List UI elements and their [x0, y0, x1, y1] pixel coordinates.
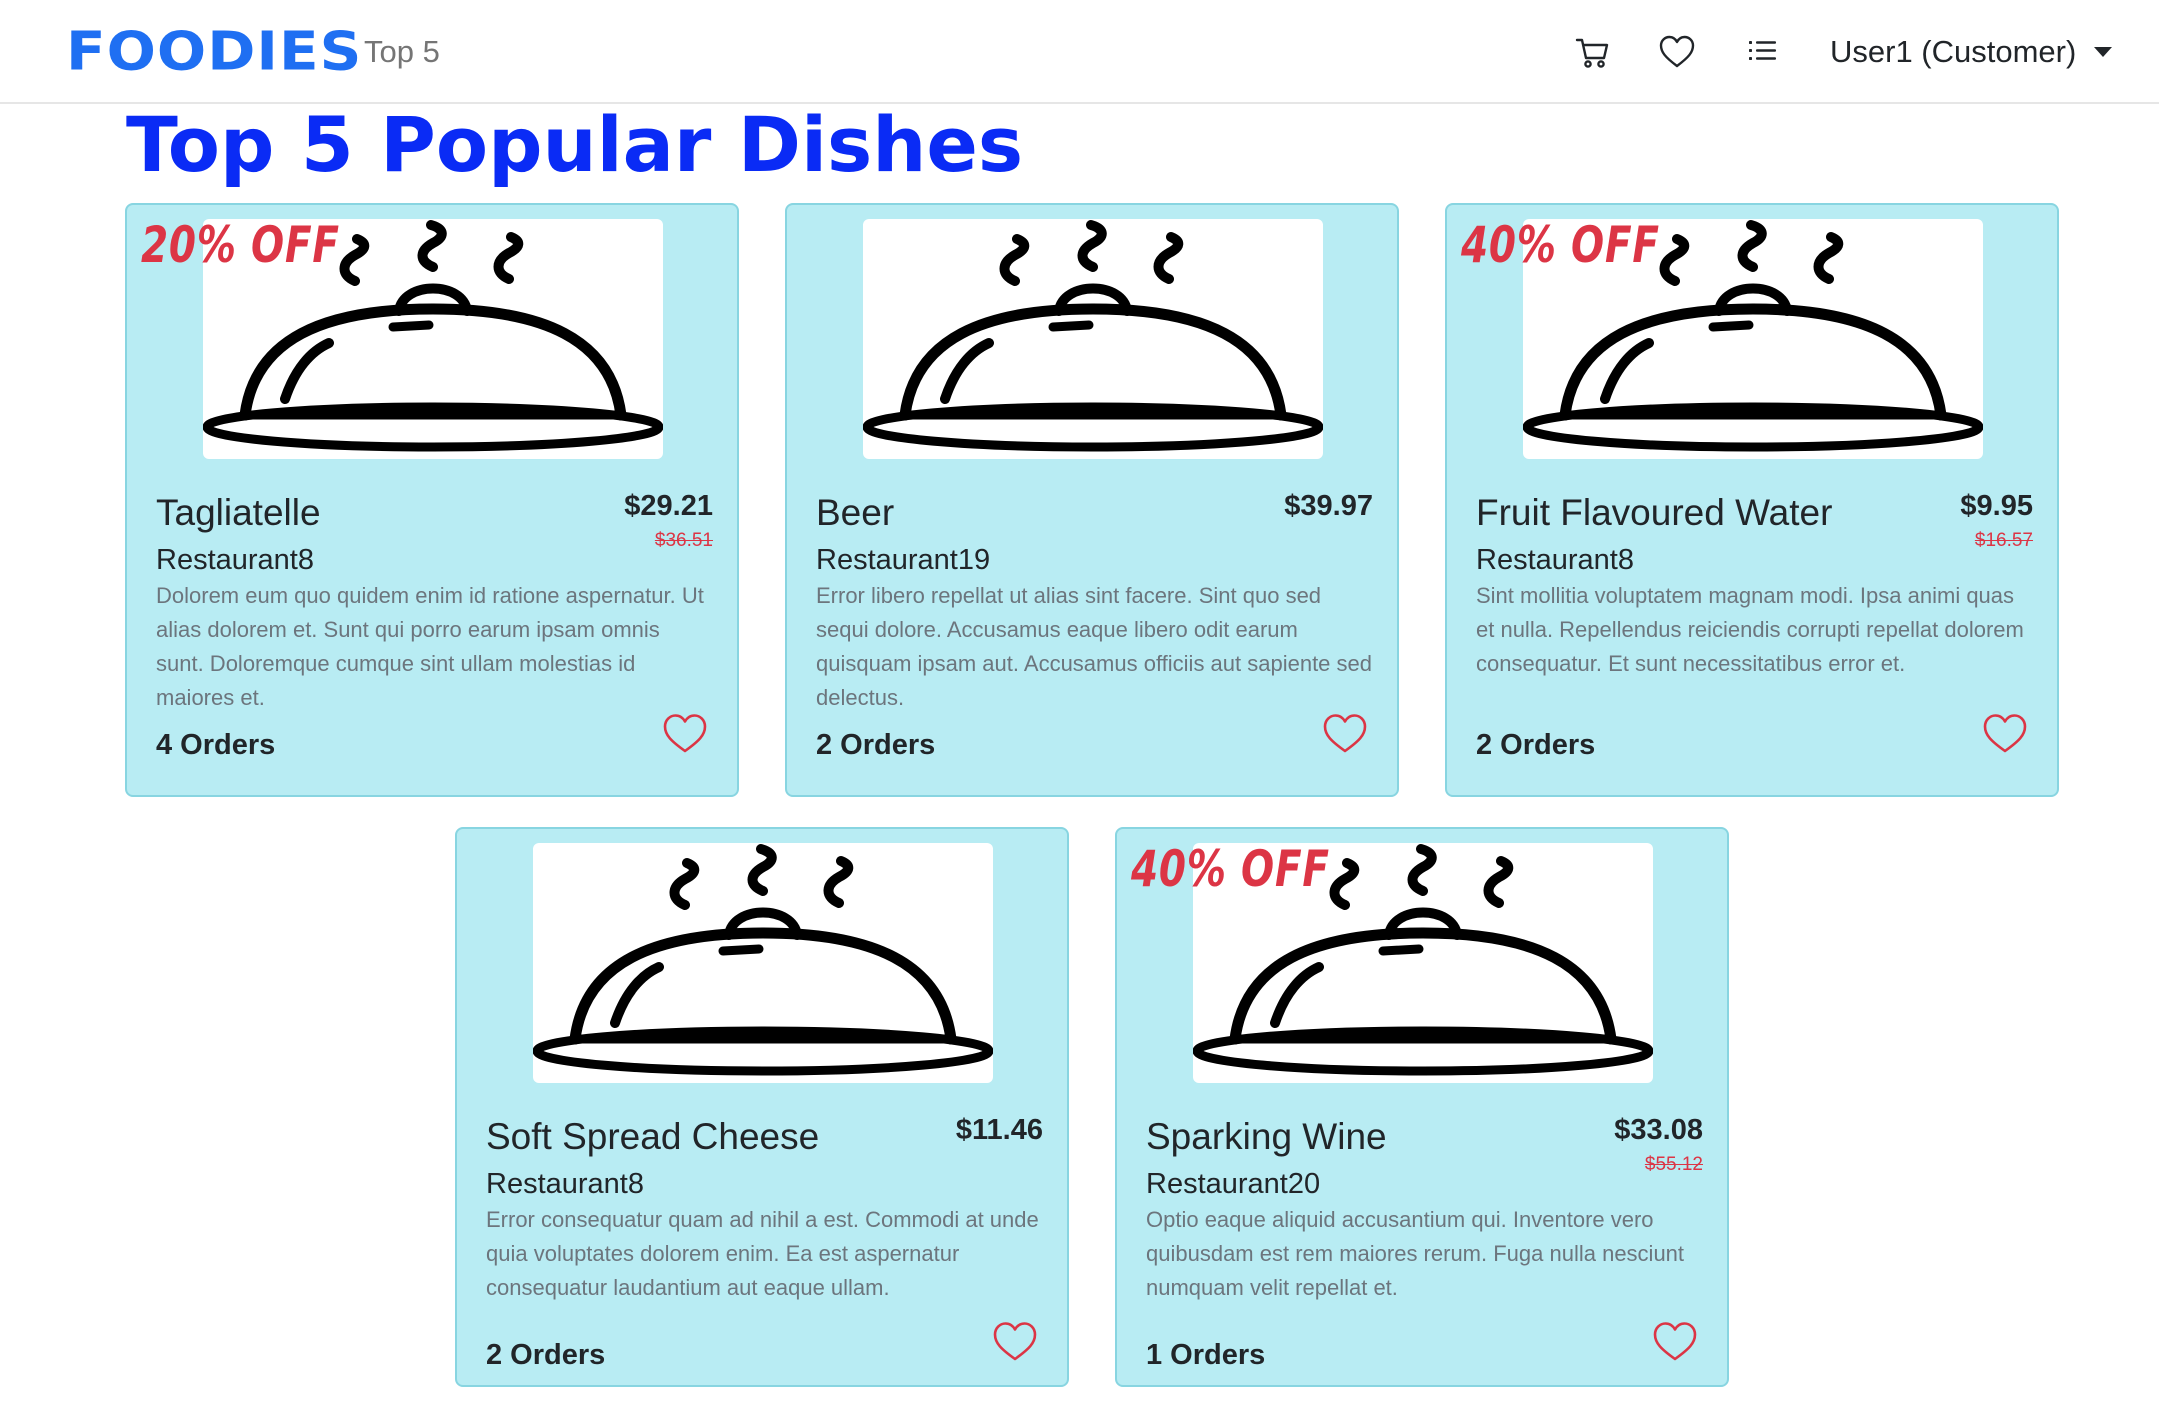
dish-image [533, 843, 993, 1083]
order-count: 2 Orders [486, 1339, 606, 1371]
discount-badge: 40% OFF [1131, 840, 1330, 898]
dish-card[interactable]: Soft Spread Cheese $11.46 Restaurant8 Er… [455, 827, 1069, 1387]
dish-description: Optio eaque aliquid accusantium qui. Inv… [1146, 1207, 1685, 1300]
dish-name[interactable]: Tagliatelle [156, 490, 596, 536]
dish-original-price: $55.12 [1644, 1154, 1703, 1175]
favorite-heart-icon[interactable] [1321, 709, 1369, 757]
order-count: 2 Orders [816, 729, 936, 761]
dish-description: Sint mollitia voluptatem magnam modi. Ip… [1476, 583, 2024, 676]
dish-card[interactable]: Beer $39.97 Restaurant19 Error libero re… [785, 203, 1399, 797]
navbar: FOODIES Top 5 User1 (Customer) [0, 0, 2159, 104]
order-count: 2 Orders [1476, 729, 1596, 761]
dish-price: $29.21 [624, 490, 713, 522]
discount-badge: 20% OFF [141, 216, 340, 274]
dish-original-price: $16.57 [1974, 530, 2033, 551]
order-count: 4 Orders [156, 729, 276, 761]
favorite-heart-icon[interactable] [991, 1317, 1039, 1365]
restaurant-name[interactable]: Restaurant8 [486, 1164, 644, 1204]
dish-name[interactable]: Fruit Flavoured Water [1476, 490, 1916, 536]
dish-price: $9.95 [1960, 490, 2033, 522]
favorite-heart-icon[interactable] [661, 709, 709, 757]
brand-logo[interactable]: FOODIES [66, 21, 362, 82]
dish-description: Error consequatur quam ad nihil a est. C… [486, 1207, 1039, 1300]
caret-down-icon [2094, 47, 2113, 57]
user-menu-dropdown[interactable]: User1 (Customer) [1830, 30, 2113, 74]
dish-price: $33.08 [1614, 1114, 1703, 1146]
favorite-heart-icon[interactable] [1651, 1317, 1699, 1365]
dish-original-price: $36.51 [654, 530, 713, 551]
dish-description: Dolorem eum quo quidem enim id ratione a… [156, 583, 704, 710]
dish-name[interactable]: Beer [816, 490, 1256, 536]
page-title: Top 5 Popular Dishes [126, 100, 1024, 189]
dish-name[interactable]: Sparking Wine [1146, 1114, 1586, 1160]
restaurant-name[interactable]: Restaurant19 [816, 540, 990, 580]
nav-link-top5[interactable]: Top 5 [364, 30, 440, 74]
user-menu-label: User1 (Customer) [1830, 34, 2077, 69]
restaurant-name[interactable]: Restaurant20 [1146, 1164, 1320, 1204]
dish-name[interactable]: Soft Spread Cheese [486, 1114, 926, 1160]
cart-icon[interactable] [1571, 30, 1615, 74]
heart-icon[interactable] [1655, 30, 1699, 74]
dish-card[interactable]: 40% OFF Sparking Wine $33.08 $55.12 Rest… [1115, 827, 1729, 1387]
dish-card[interactable]: 20% OFF Tagliatelle $29.21 $36.51 Restau… [125, 203, 739, 797]
dish-price: $39.97 [1284, 490, 1373, 522]
discount-badge: 40% OFF [1461, 216, 1660, 274]
restaurant-name[interactable]: Restaurant8 [1476, 540, 1634, 580]
dish-image [863, 219, 1323, 459]
restaurant-name[interactable]: Restaurant8 [156, 540, 314, 580]
list-icon[interactable] [1741, 30, 1785, 74]
dish-price: $11.46 [955, 1114, 1043, 1146]
dish-description: Error libero repellat ut alias sint face… [816, 583, 1373, 710]
favorite-heart-icon[interactable] [1981, 709, 2029, 757]
dish-card[interactable]: 40% OFF Fruit Flavoured Water $9.95 $16.… [1445, 203, 2059, 797]
order-count: 1 Orders [1146, 1339, 1266, 1371]
